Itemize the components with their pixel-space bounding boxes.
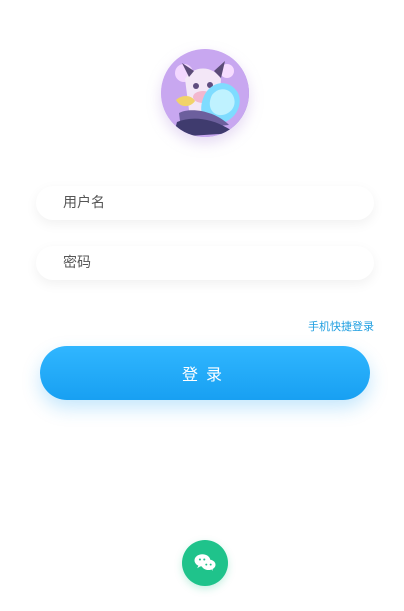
avatar-illustration <box>161 49 249 137</box>
wechat-icon <box>194 554 216 571</box>
wechat-login-button[interactable] <box>182 540 228 586</box>
username-field-container <box>36 186 374 220</box>
password-field-container <box>36 246 374 280</box>
username-input[interactable] <box>36 186 374 220</box>
login-button[interactable]: 登录 <box>40 346 370 400</box>
quick-login-link[interactable]: 手机快捷登录 <box>308 318 374 334</box>
password-input[interactable] <box>36 246 374 280</box>
avatar <box>161 49 249 137</box>
